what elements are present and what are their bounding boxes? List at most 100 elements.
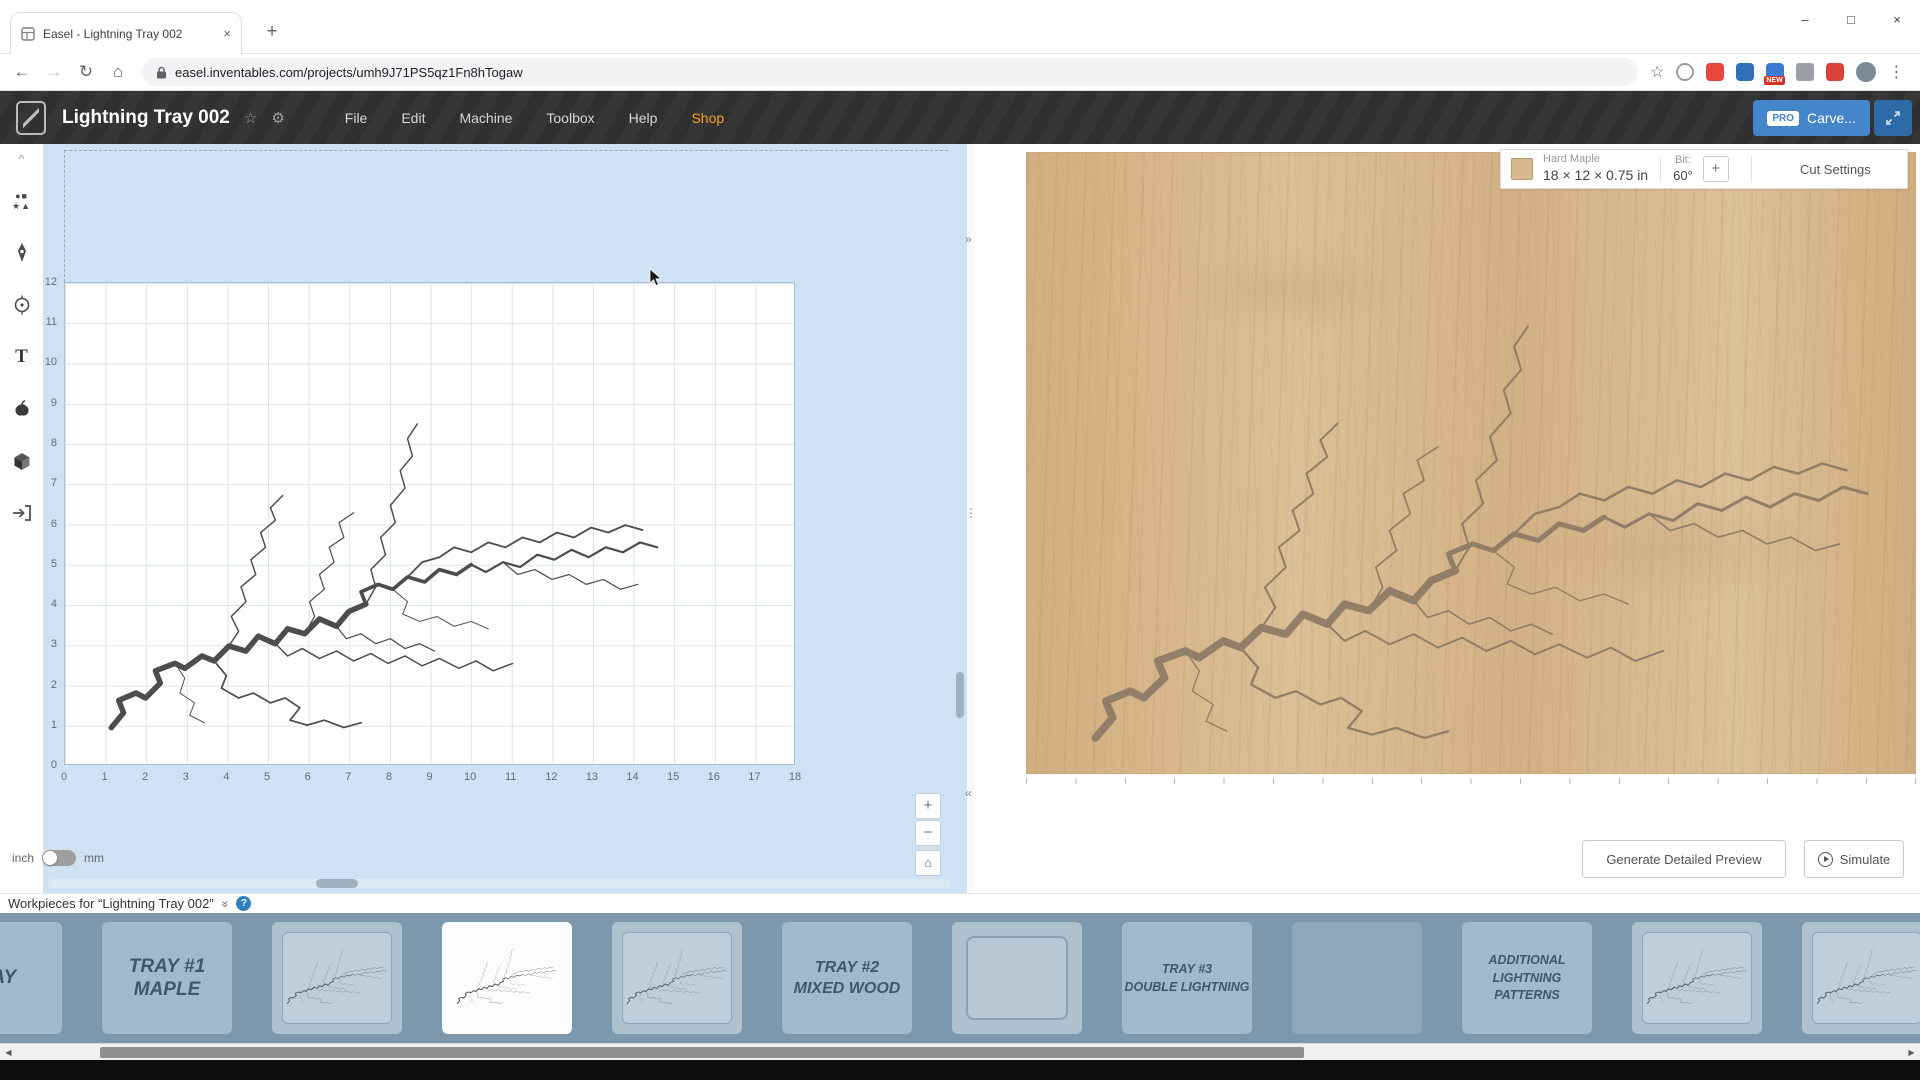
circle-extension-icon[interactable] xyxy=(1676,63,1695,81)
ruler-y-labels: 12 11 10 9 8 7 6 5 4 3 2 1 0 xyxy=(44,276,60,771)
design-library-apple-icon[interactable] xyxy=(7,394,37,424)
close-icon[interactable]: × xyxy=(1874,0,1920,40)
workpiece-card-thumb[interactable] xyxy=(612,922,742,1034)
ruler-x-label: 0 xyxy=(60,771,68,783)
workpiece-card-thumb[interactable] xyxy=(272,922,402,1034)
new-extension-icon[interactable]: NEW xyxy=(1764,63,1785,85)
text-tool-icon[interactable]: T xyxy=(7,342,37,372)
workpieces-header: Workpieces for “Lightning Tray 002” » ? xyxy=(0,893,1920,913)
canvas-horizontal-scrollbar[interactable] xyxy=(48,879,951,888)
favorite-star-icon[interactable]: ☆ xyxy=(244,109,257,127)
ruler-y-label: 8 xyxy=(50,436,57,449)
maximize-icon[interactable]: □ xyxy=(1828,0,1874,40)
workpieces-collapse-icon[interactable]: » xyxy=(218,900,232,907)
red-extension2-icon[interactable] xyxy=(1826,63,1845,81)
panel-divider[interactable]: » ⋮ « xyxy=(965,144,977,893)
lightning-thumbnail xyxy=(1816,946,1918,1006)
material-swatch[interactable] xyxy=(1511,158,1533,180)
scroll-left-icon[interactable]: ◀ xyxy=(0,1044,17,1061)
canvas-hscroll-thumb[interactable] xyxy=(316,879,358,888)
easel-logo[interactable] xyxy=(16,100,46,135)
forward-icon[interactable]: → xyxy=(38,62,70,82)
ruler-x-labels: 0 1 2 3 4 5 6 7 8 9 10 11 12 13 14 15 16 17 18 xyxy=(60,771,801,785)
new-tab-button[interactable]: + xyxy=(258,18,286,46)
bit-value: 60° xyxy=(1673,167,1693,183)
menu-shop[interactable]: Shop xyxy=(691,110,724,126)
shapes-tool-icon[interactable]: ●■ ★▲ xyxy=(7,186,37,216)
ruler-x-label: 6 xyxy=(304,771,311,783)
lightning-thumbnail xyxy=(456,946,558,1006)
ruler-y-label: 10 xyxy=(44,356,57,369)
design-canvas[interactable]: 0 1 2 3 4 5 6 7 8 9 10 11 12 13 14 15 16 17 18 12 11 10 9 8 7 6 5… xyxy=(44,144,967,893)
canvas-vertical-scrollbar[interactable] xyxy=(956,672,964,718)
material-grid[interactable] xyxy=(64,282,795,765)
menu-machine[interactable]: Machine xyxy=(459,110,512,126)
import-icon[interactable] xyxy=(7,498,37,528)
workpiece-card-empty[interactable] xyxy=(952,922,1082,1034)
page-horizontal-scrollbar[interactable]: ◀ ▶ xyxy=(0,1043,1920,1060)
workpiece-card-blank[interactable] xyxy=(1292,922,1422,1034)
ruler-y-label: 1 xyxy=(50,718,57,731)
scroll-right-icon[interactable]: ▶ xyxy=(1903,1044,1920,1061)
zoom-out-button[interactable]: − xyxy=(915,820,941,846)
panel-expand-icon[interactable]: » xyxy=(965,232,972,246)
pen-tool-icon[interactable] xyxy=(7,238,37,268)
workpieces-help-icon[interactable]: ? xyxy=(236,896,252,911)
workpiece-card-label[interactable]: TRAY #2 MIXED WOOD xyxy=(782,922,912,1034)
bookmark-star-icon[interactable]: ☆ xyxy=(1650,62,1664,82)
project-settings-gear-icon[interactable]: ⚙ xyxy=(271,109,284,127)
ruler-x-label: 8 xyxy=(385,771,392,783)
bit-info[interactable]: Bit: 60° xyxy=(1673,154,1693,184)
compass-tool-icon[interactable] xyxy=(7,290,37,320)
workpiece-card-thumb[interactable] xyxy=(1632,922,1762,1034)
workpiece-card-label[interactable]: TRAY #1 MAPLE xyxy=(102,922,232,1034)
simulate-button[interactable]: Simulate xyxy=(1804,840,1904,878)
minimize-icon[interactable]: – xyxy=(1782,0,1828,40)
extensions-puzzle-icon[interactable] xyxy=(1796,63,1815,81)
workpiece-card-label[interactable]: ADDITIONAL LIGHTNING PATTERNS xyxy=(1462,922,1592,1034)
workpiece-card-thumb[interactable] xyxy=(442,922,572,1034)
home-icon[interactable]: ⌂ xyxy=(102,62,134,82)
browser-menu-icon[interactable]: ⋮ xyxy=(1888,62,1904,82)
ruler-x-label: 17 xyxy=(748,771,761,783)
workpiece-card-label[interactable]: TRAY #3 DOUBLE LIGHTNING xyxy=(1122,922,1252,1034)
ruler-x-label: 5 xyxy=(263,771,271,783)
ruler-x-label: 10 xyxy=(463,771,477,783)
ruler-x-label: 7 xyxy=(345,771,352,783)
menu-edit[interactable]: Edit xyxy=(401,110,425,126)
browser-window: Easel - Lightning Tray 002 × + – □ × ← →… xyxy=(0,0,1920,1080)
board-extension-icon[interactable] xyxy=(1736,63,1755,81)
material-cube-icon[interactable] xyxy=(7,446,37,476)
menu-file[interactable]: File xyxy=(345,110,368,126)
panel-collapse-icon[interactable]: « xyxy=(965,786,972,800)
url-field[interactable]: easel.inventables.com/projects/umh9J71PS… xyxy=(142,58,1638,86)
profile-avatar[interactable] xyxy=(1856,62,1877,82)
lightning-thumbnail xyxy=(626,946,728,1006)
back-icon[interactable]: ← xyxy=(6,62,38,82)
unit-switch[interactable] xyxy=(42,850,77,866)
page-hscroll-thumb[interactable] xyxy=(100,1047,1304,1058)
browser-tab[interactable]: Easel - Lightning Tray 002 × xyxy=(10,12,242,54)
generate-preview-button[interactable]: Generate Detailed Preview xyxy=(1582,840,1786,878)
toolbar-collapse-icon[interactable]: ^ xyxy=(19,152,25,166)
preview-panel: Hard Maple 18 × 12 × 0.75 in Bit: 60° + … xyxy=(974,144,1920,893)
ruler-y-label: 3 xyxy=(50,638,57,651)
unit-mm-label[interactable]: mm xyxy=(84,851,104,865)
menu-toolbox[interactable]: Toolbox xyxy=(546,110,594,126)
reset-view-button[interactable]: ⌂ xyxy=(915,850,941,876)
workpiece-card-label[interactable]: RAY xyxy=(0,922,62,1034)
add-bit-button[interactable]: + xyxy=(1702,156,1729,182)
zoom-in-button[interactable]: + xyxy=(915,793,941,819)
fullscreen-button[interactable] xyxy=(1874,100,1912,136)
ruler-y-label: 12 xyxy=(44,276,57,288)
material-info[interactable]: Hard Maple 18 × 12 × 0.75 in xyxy=(1543,153,1648,184)
wood-preview[interactable] xyxy=(1026,152,1916,774)
menu-help[interactable]: Help xyxy=(629,110,658,126)
cut-settings-button[interactable]: Cut Settings xyxy=(1764,162,1907,177)
workpiece-card-thumb[interactable] xyxy=(1802,922,1920,1034)
reload-icon[interactable]: ↻ xyxy=(70,62,102,82)
carve-button[interactable]: PRO Carve... xyxy=(1753,100,1870,136)
unit-inch-label[interactable]: inch xyxy=(12,851,34,865)
tab-close-icon[interactable]: × xyxy=(223,26,231,41)
red-extension-icon[interactable] xyxy=(1706,63,1725,81)
